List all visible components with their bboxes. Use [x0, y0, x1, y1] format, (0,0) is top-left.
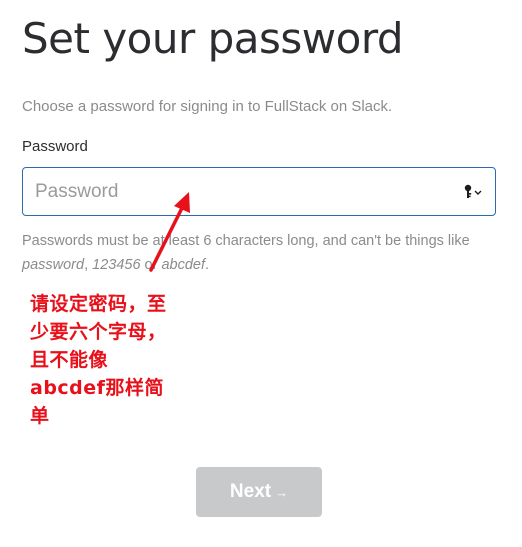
annotation-line: 请设定密码，至 — [30, 293, 167, 315]
help-example-abcdef: abcdef — [161, 257, 206, 273]
annotation-line: 单 — [30, 405, 50, 427]
annotation-line: 且不能像 — [30, 349, 109, 371]
annotation-text: 请设定密码，至 少要六个字母， 且不能像 abcdef那样简 单 — [30, 290, 180, 430]
help-prefix: Passwords must be at least 6 characters … — [22, 233, 470, 249]
password-help-text: Passwords must be at least 6 characters … — [22, 229, 502, 277]
annotation-line: 少要六个字母， — [30, 321, 167, 343]
password-field[interactable] — [22, 167, 496, 216]
help-suffix: . — [205, 257, 210, 273]
help-example-123456: 123456 — [92, 257, 141, 273]
page-subtitle: Choose a password for signing in to Full… — [22, 98, 393, 115]
password-label: Password — [22, 138, 88, 155]
page-title: Set your password — [22, 14, 404, 63]
help-separator: or — [140, 257, 162, 273]
password-key-icon[interactable] — [463, 183, 483, 201]
next-button[interactable]: Next → — [196, 467, 322, 517]
help-example-password: password — [22, 257, 85, 273]
annotation-line: abcdef那样简 — [30, 377, 164, 399]
password-input[interactable] — [23, 168, 443, 215]
help-separator: , — [84, 257, 93, 273]
next-button-label: Next — [229, 481, 272, 502]
arrow-right-icon: → — [275, 485, 289, 500]
